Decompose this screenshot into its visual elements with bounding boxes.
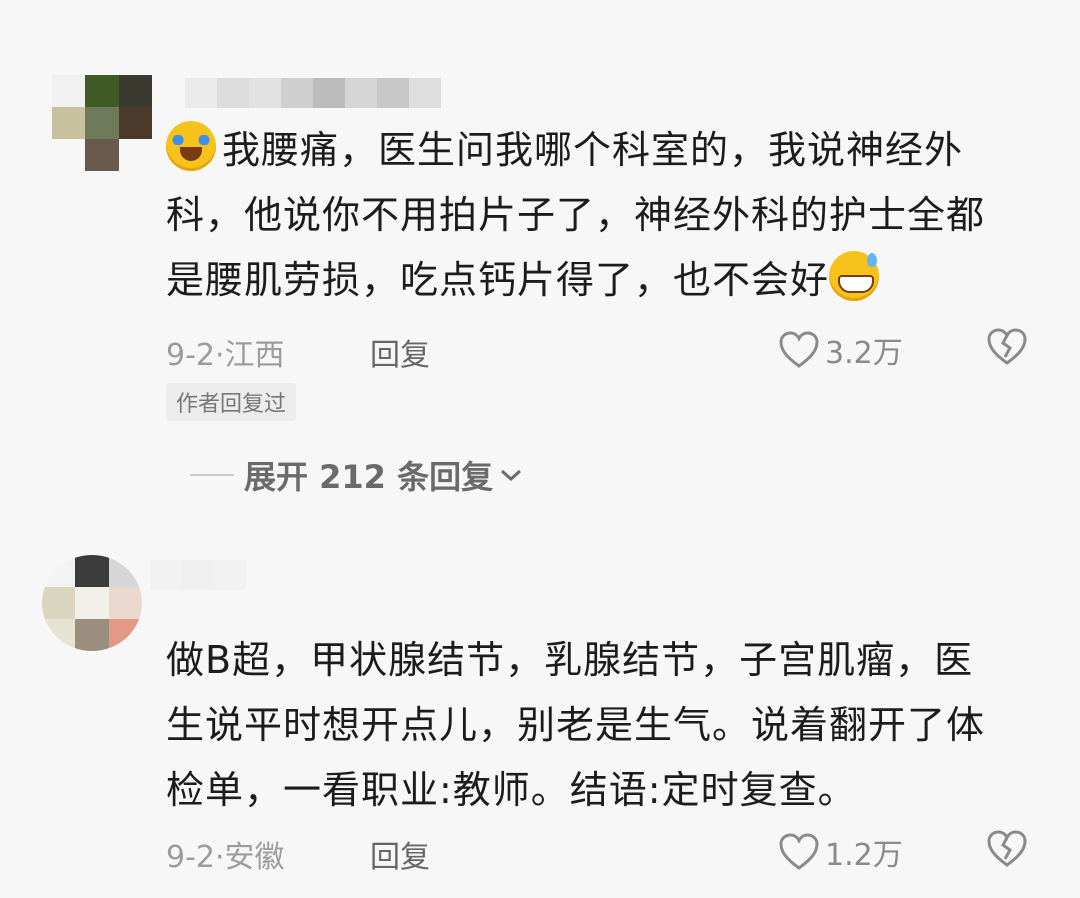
divider xyxy=(190,474,234,476)
like-count: 3.2万 xyxy=(825,336,903,371)
date-location: 9-2·安徽 xyxy=(166,840,285,875)
username-blurred[interactable] xyxy=(150,560,246,590)
expand-replies-label: 展开 212 条回复 xyxy=(244,458,494,496)
dislike-button[interactable] xyxy=(986,830,1028,876)
comment-meta: 9-2·安徽 回复 1.2万 xyxy=(166,830,1046,875)
chevron-down-icon xyxy=(501,469,522,482)
username-blurred[interactable] xyxy=(185,78,441,108)
heart-outline-icon xyxy=(779,833,819,870)
comment-meta: 9-2·江西 回复 3.2万 xyxy=(166,328,1046,373)
comment-item: 我腰痛，医生问我哪个科室的，我说神经外 科，他说你不用拍片子了，神经外科的护士全… xyxy=(0,0,1080,520)
reply-button[interactable]: 回复 xyxy=(370,330,430,374)
loudly-crying-emoji-icon xyxy=(166,121,216,171)
date-location: 9-2·江西 xyxy=(166,338,285,373)
comment-text: 我腰痛，医生问我哪个科室的，我说神经外 科，他说你不用拍片子了，神经外科的护士全… xyxy=(166,118,1036,313)
avatar[interactable] xyxy=(52,75,152,171)
grinning-sweat-emoji-icon xyxy=(829,251,880,301)
dislike-button[interactable] xyxy=(986,328,1028,374)
broken-heart-icon xyxy=(987,830,1027,867)
like-count: 1.2万 xyxy=(825,838,903,873)
avatar[interactable] xyxy=(42,555,142,651)
reply-button[interactable]: 回复 xyxy=(370,832,430,876)
heart-outline-icon xyxy=(779,331,819,368)
like-button[interactable]: 1.2万 xyxy=(779,830,903,874)
comment-item: 做B超，甲状腺结节，乳腺结节，子宫肌瘤，医 生说平时想开点儿，别老是生气。说着翻… xyxy=(0,540,1080,898)
broken-heart-icon xyxy=(987,328,1027,365)
like-button[interactable]: 3.2万 xyxy=(779,328,903,372)
author-replied-badge: 作者回复过 xyxy=(166,383,297,421)
expand-replies-button[interactable]: 展开 212 条回复 xyxy=(190,452,523,498)
comment-text: 做B超，甲状腺结节，乳腺结节，子宫肌瘤，医 生说平时想开点儿，别老是生气。说着翻… xyxy=(166,638,986,812)
